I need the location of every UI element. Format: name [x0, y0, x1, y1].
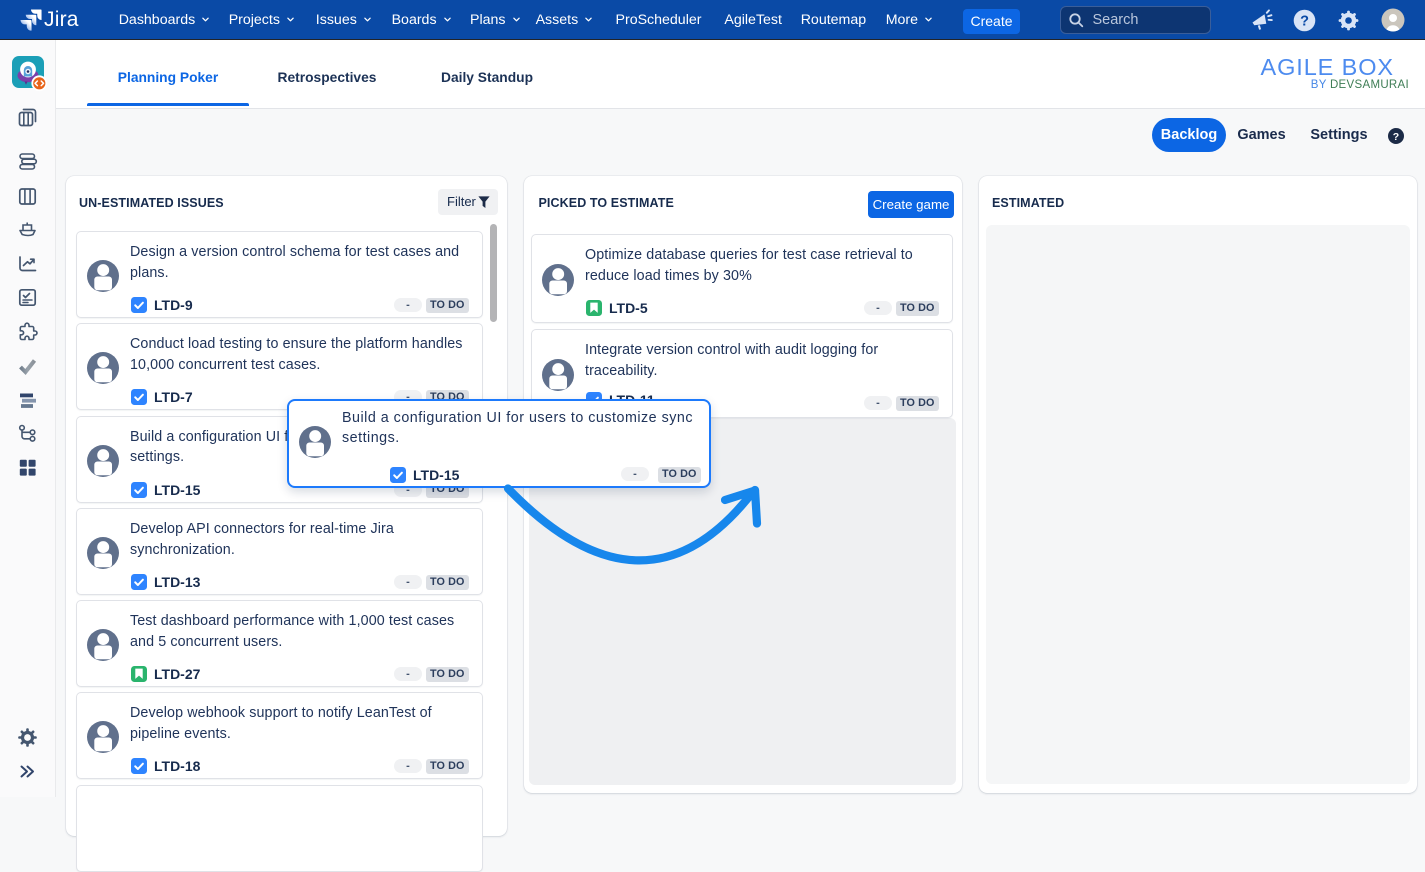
svg-text:?: ?	[1300, 13, 1309, 29]
svg-text:?: ?	[1393, 131, 1399, 143]
